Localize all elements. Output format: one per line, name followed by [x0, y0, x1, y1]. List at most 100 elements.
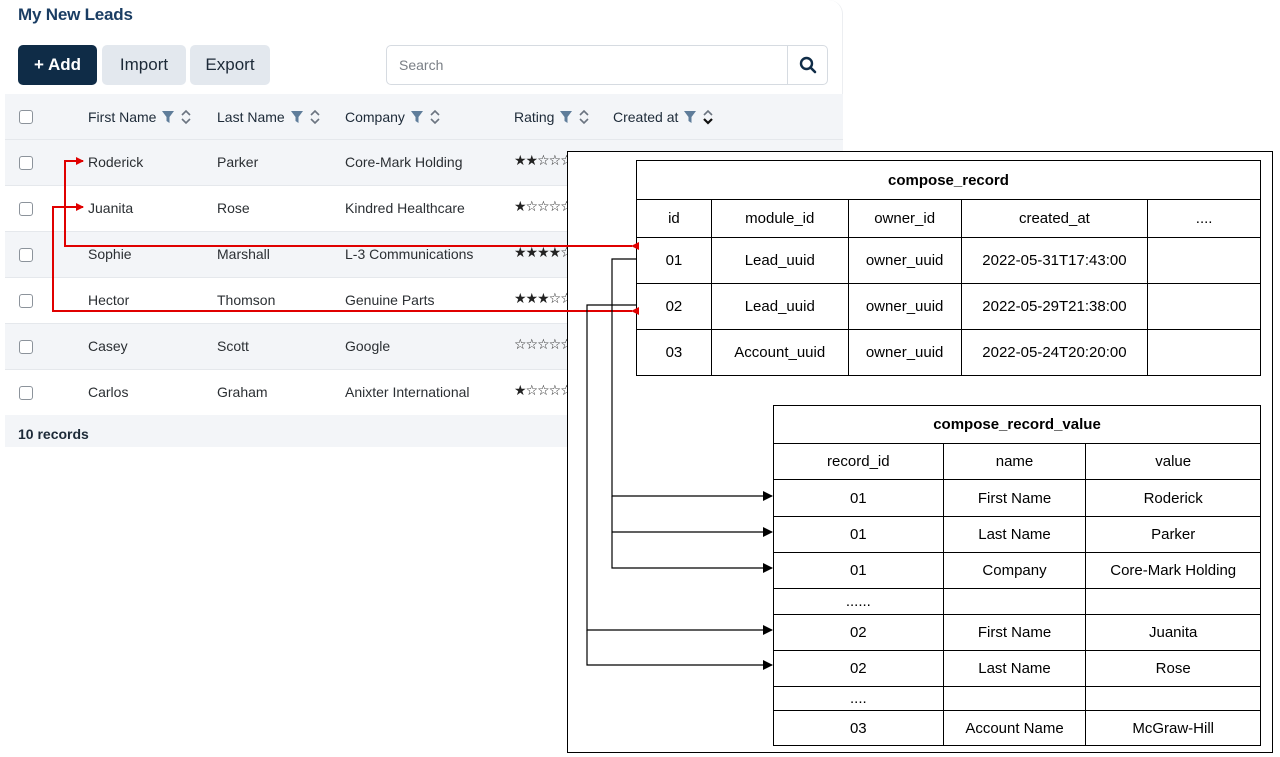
table-row: ......	[773, 588, 1261, 615]
column-created-at[interactable]: Created at	[613, 108, 714, 126]
cell: Rose	[1085, 650, 1261, 687]
last-name-cell: Marshall	[217, 246, 270, 262]
sort-icon[interactable]	[309, 108, 321, 126]
sort-icon[interactable]	[429, 108, 441, 126]
cell: 03	[636, 329, 712, 376]
sort-icon[interactable]	[578, 108, 590, 126]
first-name-cell: Hector	[88, 292, 130, 308]
filter-icon[interactable]	[290, 110, 304, 124]
cell: Account_uuid	[710, 329, 849, 376]
sort-icon[interactable]	[180, 108, 192, 126]
row-checkbox[interactable]	[19, 248, 33, 262]
last-name-cell: Rose	[217, 200, 250, 216]
column-rating[interactable]: Rating	[514, 108, 590, 126]
table-row: ....	[773, 686, 1261, 711]
column-last-name[interactable]: Last Name	[217, 108, 321, 126]
cell: McGraw-Hill	[1085, 710, 1261, 746]
page-title: My New Leads	[18, 5, 133, 24]
table-title: compose_record	[636, 160, 1261, 200]
search-button[interactable]	[787, 46, 827, 84]
cell: ....	[773, 686, 944, 711]
filter-icon[interactable]	[410, 110, 424, 124]
cell: Roderick	[1085, 479, 1261, 517]
first-name-cell: Casey	[88, 338, 128, 354]
table-row: 02 Lead_uuid owner_uuid 2022-05-29T21:38…	[636, 283, 1261, 330]
column-first-name[interactable]: First Name	[88, 108, 192, 126]
sort-desc-icon[interactable]	[702, 108, 714, 126]
add-button[interactable]: + Add	[18, 45, 97, 85]
cell: 01	[636, 237, 712, 284]
column-label: Rating	[514, 109, 555, 125]
first-name-cell: Juanita	[88, 200, 134, 216]
cell: ......	[773, 588, 944, 615]
filter-icon[interactable]	[559, 110, 573, 124]
row-checkbox[interactable]	[19, 340, 33, 354]
filter-icon[interactable]	[161, 110, 175, 124]
cell: Parker	[1085, 516, 1261, 553]
first-name-cell: Carlos	[88, 384, 129, 400]
cell	[942, 588, 1087, 615]
cell: 2022-05-31T17:43:00	[960, 237, 1149, 284]
cell: 02	[636, 283, 712, 330]
column-header: value	[1085, 443, 1261, 480]
search-input[interactable]	[387, 46, 787, 84]
column-header: owner_id	[847, 199, 962, 238]
import-button[interactable]: Import	[102, 45, 186, 85]
table-row: 01 Company Core-Mark Holding	[773, 552, 1261, 589]
table-row: 01 Lead_uuid owner_uuid 2022-05-31T17:43…	[636, 237, 1261, 284]
cell: Last Name	[942, 516, 1087, 553]
cell: Account Name	[942, 710, 1087, 746]
first-name-cell: Roderick	[88, 154, 144, 170]
rating-stars[interactable]: ★☆☆☆☆	[514, 198, 573, 215]
column-company[interactable]: Company	[345, 108, 441, 126]
column-header: name	[942, 443, 1087, 480]
table-row: 01 First Name Roderick	[773, 479, 1261, 517]
company-cell: Core-Mark Holding	[345, 154, 463, 170]
column-label: First Name	[88, 109, 157, 125]
row-checkbox[interactable]	[19, 156, 33, 170]
leads-toolbar-area: My New Leads + Add Import Export	[5, 0, 843, 94]
cell: 02	[773, 614, 944, 651]
cell: 03	[773, 710, 944, 746]
cell	[1147, 283, 1261, 330]
table-header: First Name Last Name Company Rating Crea…	[5, 94, 843, 140]
company-cell: Genuine Parts	[345, 292, 435, 308]
table-row: 03 Account Name McGraw-Hill	[773, 710, 1261, 746]
cell: First Name	[942, 479, 1087, 517]
row-checkbox[interactable]	[19, 294, 33, 308]
company-cell: Google	[345, 338, 391, 354]
select-all-checkbox[interactable]	[19, 110, 33, 124]
rating-stars[interactable]: ★★☆☆☆	[514, 152, 573, 169]
cell: 01	[773, 552, 944, 589]
cell	[1085, 686, 1261, 711]
table-row: 03 Account_uuid owner_uuid 2022-05-24T20…	[636, 329, 1261, 376]
company-cell: L-3 Communications	[345, 246, 474, 262]
last-name-cell: Parker	[217, 154, 259, 170]
filter-icon[interactable]	[683, 110, 697, 124]
cell	[1147, 329, 1261, 376]
cell: 2022-05-29T21:38:00	[960, 283, 1149, 330]
cell: Core-Mark Holding	[1085, 552, 1261, 589]
column-label: Last Name	[217, 109, 285, 125]
rating-stars[interactable]: ★★★☆☆	[514, 290, 573, 307]
column-header: ....	[1147, 199, 1261, 238]
rating-stars[interactable]: ★☆☆☆☆	[514, 382, 573, 399]
cell: 01	[773, 479, 944, 517]
column-header: module_id	[710, 199, 849, 238]
last-name-cell: Scott	[217, 338, 249, 354]
export-button[interactable]: Export	[190, 45, 270, 85]
row-checkbox[interactable]	[19, 202, 33, 216]
cell: Company	[942, 552, 1087, 589]
cell: 2022-05-24T20:20:00	[960, 329, 1149, 376]
rating-stars[interactable]: ☆☆☆☆☆	[514, 336, 573, 353]
row-checkbox[interactable]	[19, 386, 33, 400]
cell: First Name	[942, 614, 1087, 651]
table-title: compose_record_value	[773, 405, 1261, 444]
rating-stars[interactable]: ★★★★☆	[514, 244, 573, 261]
column-header: id	[636, 199, 712, 238]
cell: Lead_uuid	[710, 283, 849, 330]
first-name-cell: Sophie	[88, 246, 132, 262]
cell: owner_uuid	[847, 237, 962, 284]
table-row: 01 Last Name Parker	[773, 516, 1261, 553]
cell: 01	[773, 516, 944, 553]
